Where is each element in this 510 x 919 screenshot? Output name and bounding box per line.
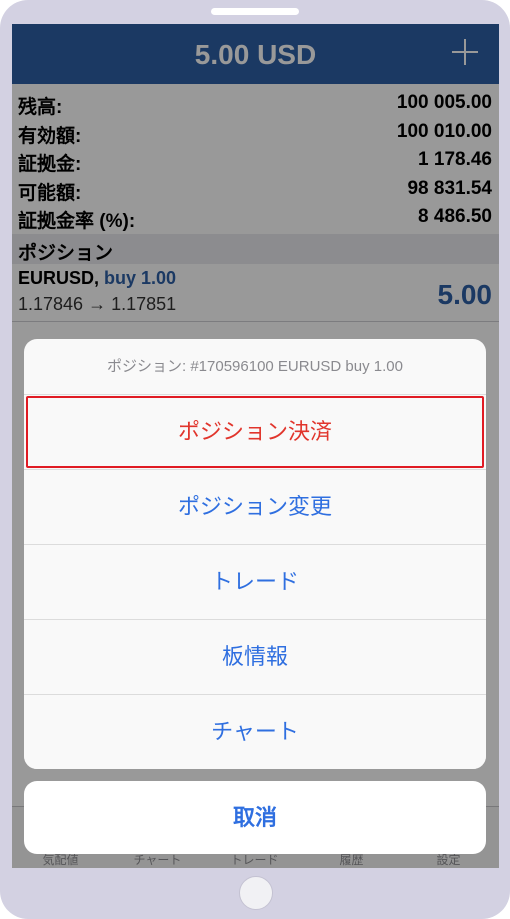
app-screen: 5.00 USD 残高: 100 005.00 有効額: 100 010.00 …: [12, 24, 499, 868]
action-sheet-title: ポジション: #170596100 EURUSD buy 1.00: [24, 339, 486, 395]
chart-button[interactable]: チャート: [24, 695, 486, 769]
action-sheet: ポジション: #170596100 EURUSD buy 1.00 ポジション決…: [24, 339, 486, 769]
home-button[interactable]: [239, 876, 273, 910]
trade-button[interactable]: トレード: [24, 545, 486, 620]
modify-position-button[interactable]: ポジション変更: [24, 470, 486, 545]
speaker-grille: [211, 8, 299, 15]
phone-frame: 5.00 USD 残高: 100 005.00 有効額: 100 010.00 …: [0, 0, 510, 919]
highlight-box: [26, 396, 484, 468]
cancel-button[interactable]: 取消: [24, 781, 486, 854]
depth-of-market-button[interactable]: 板情報: [24, 620, 486, 695]
